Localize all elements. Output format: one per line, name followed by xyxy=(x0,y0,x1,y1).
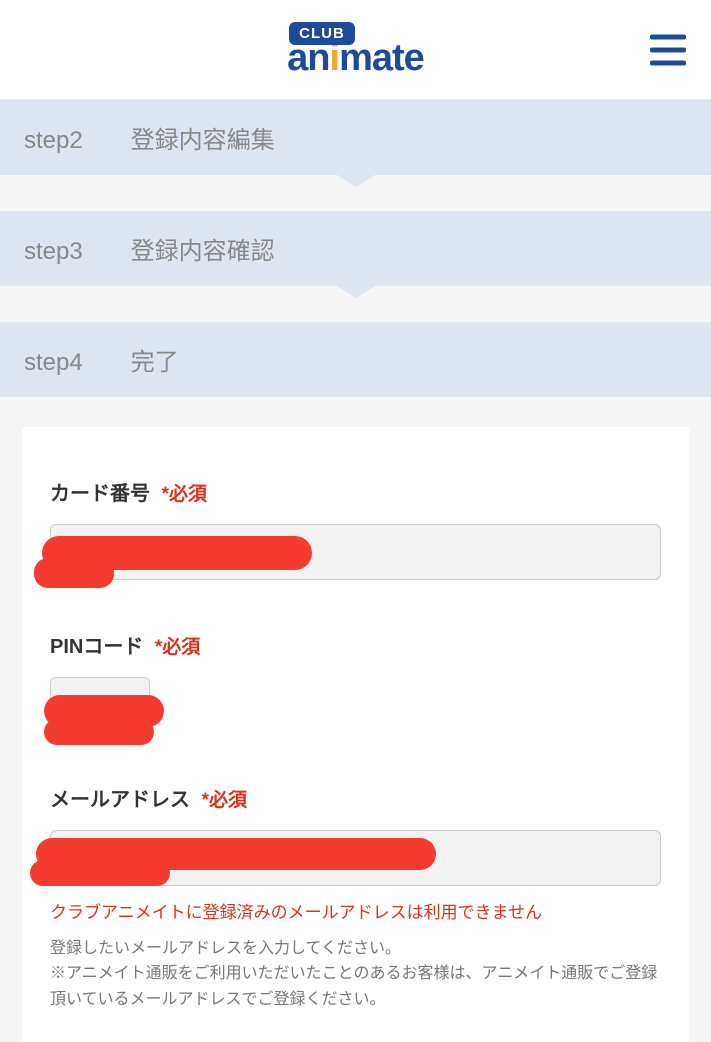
step-3: step3 登録内容確認 xyxy=(0,211,711,286)
help-line: ※アニメイト通販をご利用いただいたことのあるお客様は、アニメイト通販でご登録頂い… xyxy=(50,965,657,1008)
step-text: 登録内容編集 xyxy=(131,127,275,154)
step-4: step4 完了 xyxy=(0,322,711,397)
required-mark: *必須 xyxy=(155,637,200,658)
input-wrap xyxy=(50,524,661,580)
input-wrap xyxy=(50,830,661,886)
label-text: PINコード xyxy=(50,636,143,658)
label-text: メールアドレス xyxy=(50,789,190,811)
card-number-input[interactable] xyxy=(50,524,661,580)
step-arrow xyxy=(0,286,711,322)
form-container: カード番号 *必須 PINコード *必須 メールアドレス *必須 ク xyxy=(22,427,689,1042)
card-number-label: カード番号 *必須 xyxy=(50,477,661,506)
step-label: step4 xyxy=(24,349,124,377)
step-label: step3 xyxy=(24,238,124,266)
step-indicator: step2 登録内容編集 step3 登録内容確認 step4 完了 xyxy=(0,100,711,397)
menu-icon[interactable] xyxy=(650,34,686,65)
step-arrow xyxy=(0,175,711,211)
help-line: 登録したいメールアドレスを入力してください。 xyxy=(50,940,401,957)
step-2: step2 登録内容編集 xyxy=(0,100,711,175)
header: CLUB animate xyxy=(0,0,711,100)
email-label: メールアドレス *必須 xyxy=(50,783,661,812)
logo[interactable]: CLUB animate xyxy=(287,22,424,77)
pin-code-label: PINコード *必須 xyxy=(50,630,661,659)
pin-code-group: PINコード *必須 xyxy=(50,630,661,733)
pin-code-input[interactable] xyxy=(50,677,150,733)
card-number-group: カード番号 *必須 xyxy=(50,477,661,580)
required-mark: *必須 xyxy=(162,484,207,505)
step-text: 完了 xyxy=(131,349,179,376)
step-label: step2 xyxy=(24,127,124,155)
email-help-text: 登録したいメールアドレスを入力してください。 ※アニメイト通販をご利用いただいた… xyxy=(50,936,661,1013)
email-input[interactable] xyxy=(50,830,661,886)
label-text: カード番号 xyxy=(50,483,150,505)
email-error-text: クラブアニメイトに登録済みのメールアドレスは利用できません xyxy=(50,900,661,926)
input-wrap xyxy=(50,677,661,733)
required-mark: *必須 xyxy=(202,790,247,811)
email-group: メールアドレス *必須 クラブアニメイトに登録済みのメールアドレスは利用できませ… xyxy=(50,783,661,1012)
logo-club-badge: CLUB xyxy=(289,22,355,45)
step-text: 登録内容確認 xyxy=(131,238,275,265)
